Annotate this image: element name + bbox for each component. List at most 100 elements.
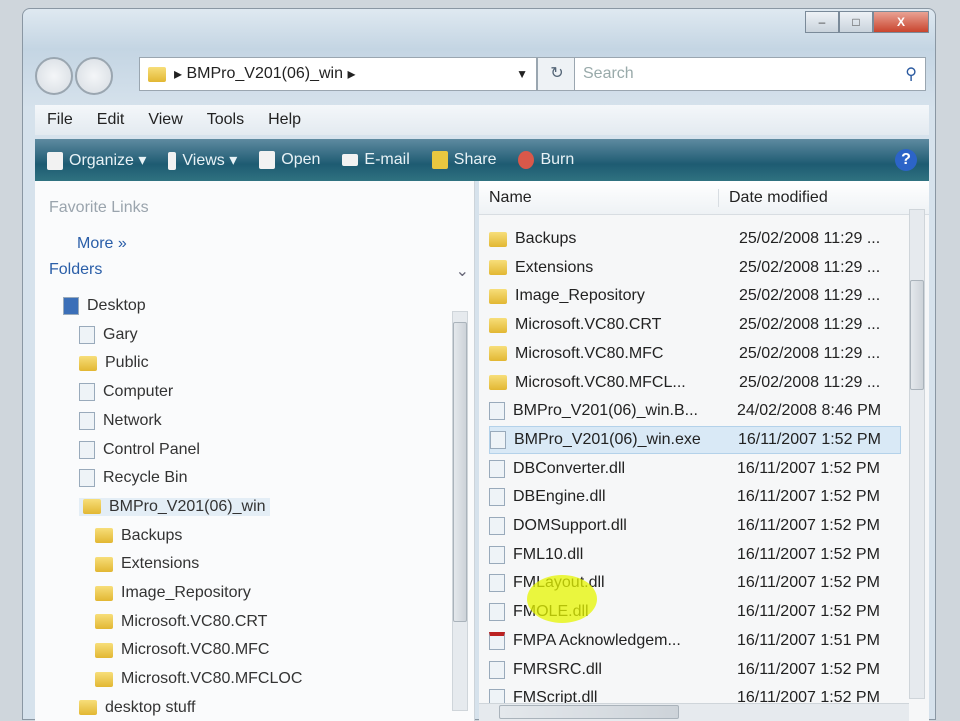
address-dropdown-icon[interactable]: ▼ — [516, 67, 528, 81]
tree-item-label: Recycle Bin — [103, 469, 188, 487]
tree-item[interactable]: Gary — [79, 325, 138, 344]
menu-file[interactable]: File — [47, 111, 73, 129]
file-name: FMRSRC.dll — [513, 660, 602, 678]
folder-icon — [489, 260, 507, 276]
tree-item[interactable]: Microsoft.VC80.MFCLOC — [95, 670, 302, 688]
tree-item[interactable]: Image_Repository — [95, 584, 251, 602]
minimize-button[interactable]: – — [805, 11, 839, 33]
burn-label: Burn — [540, 151, 575, 169]
file-row[interactable]: BMPro_V201(06)_win.B... 24/02/2008 8:46 P… — [489, 397, 901, 425]
file-date: 16/11/2007 1:52 PM — [737, 545, 880, 563]
file-row[interactable]: BMPro_V201(06)_win.exe 16/11/2007 1:52 PM — [489, 425, 901, 454]
tree-item-label: Gary — [103, 325, 138, 343]
file-row[interactable]: FMPA Acknowledgem... 16/11/2007 1:51 PM — [489, 627, 901, 655]
list-vertical-scrollbar[interactable] — [909, 209, 925, 699]
burn-button[interactable]: Burn — [518, 150, 575, 169]
menu-view[interactable]: View — [148, 111, 182, 129]
folder-icon — [489, 288, 507, 304]
file-date: 16/11/2007 1:52 PM — [738, 430, 881, 448]
pdf-file-icon — [489, 631, 505, 650]
search-icon[interactable]: ⚲ — [905, 64, 917, 84]
explorer-window: – □ X ▸ BMPro_V201(06)_win ▸ ▼ ↻ Search … — [22, 8, 936, 721]
tree-item-label: Computer — [103, 383, 174, 401]
tree-item[interactable]: Desktop — [63, 297, 146, 315]
file-row[interactable]: FML10.dll 16/11/2007 1:52 PM — [489, 541, 901, 569]
file-list: Name Date modified Backups 25/02/2008 11:… — [479, 181, 929, 721]
email-button[interactable]: E-mail — [342, 151, 410, 169]
views-label: Views ▾ — [182, 152, 238, 169]
file-row[interactable]: DBEngine.dll 16/11/2007 1:52 PM — [489, 483, 901, 511]
breadcrumb-folder[interactable]: BMPro_V201(06)_win — [186, 65, 343, 83]
menu-edit[interactable]: Edit — [97, 111, 125, 129]
tree-item-label: Microsoft.VC80.MFC — [121, 641, 270, 659]
tree-item[interactable]: Microsoft.VC80.MFC — [95, 641, 269, 659]
scrollbar-thumb[interactable] — [499, 705, 679, 719]
file-row[interactable]: Microsoft.VC80.CRT 25/02/2008 11:29 ... — [489, 311, 901, 339]
folder-icon — [79, 700, 97, 716]
file-row[interactable]: DOMSupport.dll 16/11/2007 1:52 PM — [489, 512, 901, 540]
share-button[interactable]: Share — [431, 150, 496, 169]
file-row[interactable]: Backups 25/02/2008 11:29 ... — [489, 225, 901, 253]
address-bar[interactable]: ▸ BMPro_V201(06)_win ▸ ▼ — [139, 57, 537, 91]
back-button[interactable] — [35, 57, 73, 95]
search-input[interactable]: Search ⚲ — [574, 57, 926, 91]
tree-item[interactable]: Network — [79, 411, 162, 430]
tree-scrollbar[interactable] — [452, 311, 468, 711]
folder-icon — [95, 585, 113, 601]
tree-item[interactable]: Backups — [95, 527, 182, 545]
scrollbar-thumb[interactable] — [453, 322, 467, 622]
menu-tools[interactable]: Tools — [207, 111, 244, 129]
tree-item[interactable]: BMPro_V201(06)_win — [79, 497, 270, 516]
open-label: Open — [281, 151, 321, 169]
tree-item-label: Microsoft.VC80.CRT — [121, 612, 268, 630]
scrollbar-thumb[interactable] — [910, 280, 924, 390]
column-name[interactable]: Name — [479, 188, 719, 207]
favorite-links-heading: Favorite Links — [49, 199, 149, 216]
column-date-modified[interactable]: Date modified — [719, 189, 828, 207]
dll-file-icon — [489, 545, 505, 564]
file-row[interactable]: Microsoft.VC80.MFC 25/02/2008 11:29 ... — [489, 340, 901, 368]
file-date: 25/02/2008 11:29 ... — [739, 373, 881, 391]
tree-item[interactable]: Computer — [79, 383, 174, 402]
list-horizontal-scrollbar[interactable] — [479, 703, 909, 721]
file-file-icon — [489, 402, 505, 421]
file-row[interactable]: FMRSRC.dll 16/11/2007 1:52 PM — [489, 656, 901, 684]
file-date: 25/02/2008 11:29 ... — [739, 230, 881, 247]
tree-item[interactable]: Extensions — [95, 555, 199, 573]
tree-item-label: Network — [103, 411, 162, 429]
menu-help[interactable]: Help — [268, 111, 301, 129]
tree-item[interactable]: desktop stuff — [79, 699, 195, 717]
file-name: FMPA Acknowledgem... — [513, 631, 681, 649]
forward-button[interactable] — [75, 57, 113, 95]
close-button[interactable]: X — [873, 11, 929, 33]
folder-icon — [95, 528, 113, 544]
refresh-button[interactable]: ↻ — [537, 57, 577, 91]
file-row[interactable]: DBConverter.dll 16/11/2007 1:52 PM — [489, 455, 901, 483]
folder-icon — [95, 642, 113, 658]
more-link[interactable]: More » — [77, 235, 127, 253]
tree-item[interactable]: Public — [79, 354, 149, 372]
help-button[interactable]: ? — [895, 149, 917, 171]
folder-icon — [489, 317, 507, 333]
organize-label: Organize ▾ — [69, 152, 147, 169]
views-button[interactable]: Views ▾ — [168, 150, 237, 170]
file-date: 16/11/2007 1:52 PM — [737, 488, 880, 506]
file-date: 16/11/2007 1:52 PM — [737, 574, 880, 592]
file-date: 16/11/2007 1:52 PM — [737, 517, 880, 534]
folders-header[interactable]: Folders ⌄ — [49, 261, 469, 281]
maximize-button[interactable]: □ — [839, 11, 873, 33]
file-row[interactable]: Extensions 25/02/2008 11:29 ... — [489, 254, 901, 282]
organize-button[interactable]: Organize ▾ — [47, 150, 146, 170]
file-row[interactable]: Image_Repository 25/02/2008 11:29 ... — [489, 282, 901, 310]
dll-file-icon — [489, 660, 505, 679]
tree-item[interactable]: Recycle Bin — [79, 469, 188, 488]
dll-file-icon — [489, 603, 505, 622]
email-icon — [342, 153, 359, 166]
tree-item[interactable]: Control Panel — [79, 440, 200, 459]
file-row[interactable]: Microsoft.VC80.MFCL... 25/02/2008 11:29 .… — [489, 369, 901, 397]
tree-item[interactable]: Microsoft.VC80.CRT — [95, 613, 267, 631]
chevron-down-icon[interactable]: ⌄ — [456, 261, 469, 281]
dll-file-icon — [489, 488, 505, 507]
item-icon — [79, 383, 95, 402]
open-button[interactable]: Open — [259, 150, 321, 169]
